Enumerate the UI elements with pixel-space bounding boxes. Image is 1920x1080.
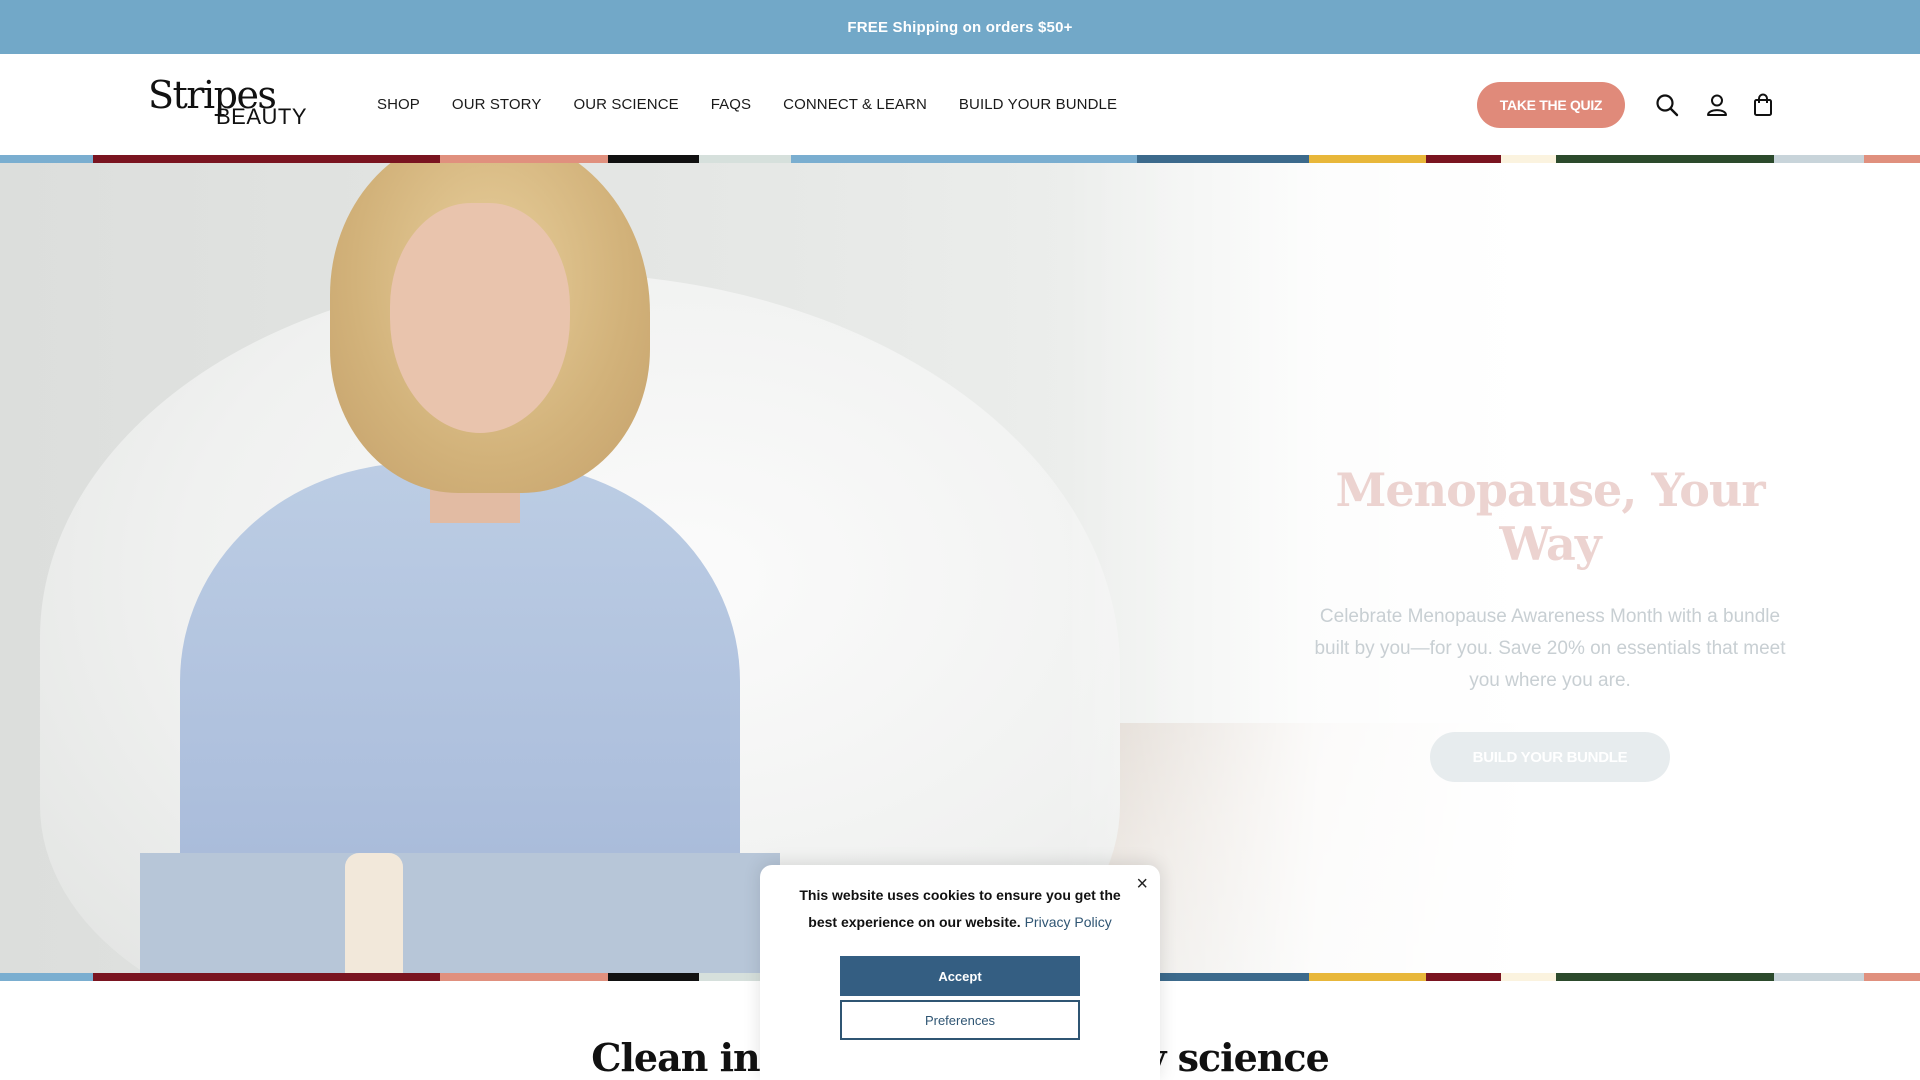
color-stripe-top (0, 155, 1920, 163)
nav-build-your-bundle[interactable]: BUILD YOUR BUNDLE (959, 96, 1117, 113)
stripe-segment (1137, 973, 1309, 981)
preferences-button[interactable]: Preferences (840, 1000, 1080, 1040)
stripe-segment (0, 973, 93, 981)
stripe-segment (608, 155, 699, 163)
stripe-segment (1774, 155, 1864, 163)
stripe-segment (1556, 155, 1774, 163)
nav-connect-learn[interactable]: CONNECT & LEARN (783, 96, 927, 113)
stripe-segment (1426, 155, 1501, 163)
accept-button[interactable]: Accept (840, 956, 1080, 996)
stripe-segment (1556, 973, 1774, 981)
stripe-segment (1501, 155, 1556, 163)
cookie-message: This website uses cookies to ensure you … (790, 882, 1130, 936)
hero-model-image (140, 163, 780, 973)
logo[interactable]: Stripes BEAUTY (148, 76, 307, 136)
stripe-segment (1864, 973, 1920, 981)
stripe-segment (1137, 155, 1309, 163)
stripe-segment (1309, 155, 1426, 163)
account-icon[interactable] (1704, 92, 1730, 118)
announcement-bar: FREE Shipping on orders $50+ (0, 0, 1920, 54)
stripe-segment (440, 973, 608, 981)
privacy-policy-link[interactable]: Privacy Policy (1025, 914, 1112, 930)
search-icon[interactable] (1654, 92, 1680, 118)
stripe-segment (93, 973, 440, 981)
nav-shop[interactable]: SHOP (377, 96, 420, 113)
cart-icon[interactable] (1750, 92, 1776, 118)
stripe-segment (1774, 973, 1864, 981)
take-the-quiz-button[interactable]: TAKE THE QUIZ (1477, 82, 1625, 128)
stripe-segment (0, 155, 93, 163)
build-your-bundle-button[interactable]: BUILD YOUR BUNDLE (1430, 732, 1670, 782)
main-nav: SHOP OUR STORY OUR SCIENCE FAQS CONNECT … (377, 54, 1149, 155)
stripe-segment (791, 155, 1137, 163)
product-bottle (345, 853, 403, 973)
hero-banner: Menopause, Your Way Celebrate Menopause … (0, 163, 1920, 973)
hero-subtitle: Celebrate Menopause Awareness Month with… (1314, 606, 1786, 691)
nav-our-science[interactable]: OUR SCIENCE (573, 96, 678, 113)
close-icon[interactable]: × (1136, 873, 1148, 896)
logo-subword: BEAUTY (216, 104, 308, 129)
stripe-segment (1501, 973, 1556, 981)
stripe-segment (93, 155, 440, 163)
hero-content: Menopause, Your Way Celebrate Menopause … (1280, 463, 1820, 782)
stripe-segment (608, 973, 699, 981)
stripe-segment (440, 155, 608, 163)
stripe-segment (699, 155, 791, 163)
stripe-segment (1309, 973, 1426, 981)
nav-our-story[interactable]: OUR STORY (452, 96, 542, 113)
stripe-segment (1426, 973, 1501, 981)
announcement-text: FREE Shipping on orders $50+ (847, 18, 1073, 36)
stripe-segment (1864, 155, 1920, 163)
hero-title: Menopause, Your Way (1335, 463, 1765, 571)
site-header: Stripes BEAUTY SHOP OUR STORY OUR SCIENC… (0, 54, 1920, 155)
cookie-banner: × This website uses cookies to ensure yo… (760, 865, 1160, 1080)
nav-faqs[interactable]: FAQS (711, 96, 751, 113)
